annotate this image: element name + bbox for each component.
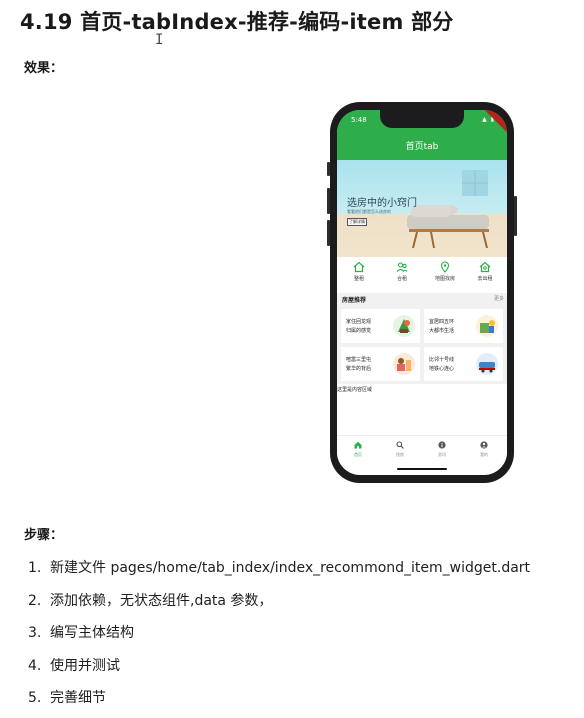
home-indicator <box>397 468 447 470</box>
recommend-item-subtitle: 归属的感觉 <box>346 328 372 334</box>
step-number: 5. <box>28 690 42 706</box>
app-bar-title: 首页tab <box>405 142 439 152</box>
recommend-item-image <box>476 353 498 375</box>
nav-item-label: 去出租 <box>477 276 493 282</box>
people-icon <box>396 262 408 272</box>
search-icon <box>396 441 404 449</box>
phone-power-button <box>514 196 517 236</box>
bottom-tab-bar: 首页 找房 资讯 我的 <box>337 435 507 465</box>
nav-item-map-search[interactable]: 地图找房 <box>427 261 463 282</box>
step-text: 使用并测试 <box>50 657 120 674</box>
step-item: 5. 完善细节 <box>28 688 530 718</box>
phone-mute-button <box>327 162 330 176</box>
phone-mockup: 5:48 ▲ ▮ 首页tab 选房中的小窍门 看看他们都是怎么选房的 了解详情 <box>327 102 517 483</box>
tab-home[interactable]: 首页 <box>337 441 379 458</box>
tab-label: 找房 <box>396 452 404 457</box>
recommend-item-title: 喧嚣三里屯 <box>346 357 372 363</box>
step-number: 3. <box>28 625 42 641</box>
nav-item-label: 地图找房 <box>434 276 455 282</box>
map-icon <box>440 261 450 273</box>
banner-title: 选房中的小窍门 <box>347 198 417 209</box>
tab-news[interactable]: 资讯 <box>421 441 463 458</box>
nav-item-label: 合租 <box>396 276 407 282</box>
step-item: 3. 编写主体结构 <box>28 623 530 656</box>
recommend-item-subtitle: 地铁心连心 <box>429 366 455 372</box>
phone-screen: 5:48 ▲ ▮ 首页tab 选房中的小窍门 看看他们都是怎么选房的 了解详情 <box>337 110 507 475</box>
swiper-pagination <box>415 249 436 257</box>
recommend-item-title: 宜居四五环 <box>429 319 455 325</box>
nav-item-shared-rent[interactable]: 合租 <box>384 261 420 282</box>
recommend-item[interactable]: 宜居四五环 大都市生活 <box>424 309 503 343</box>
phone-volume-down-button <box>327 220 330 246</box>
recommend-item-image <box>393 315 415 337</box>
nav-item-whole-rent[interactable]: 整租 <box>341 261 377 282</box>
recommend-grid: 家住回龙观 归属的感觉 宜居四五环 大都市生活 喧嚣三里屯 繁华的背后 比邻十号… <box>337 304 507 384</box>
account-icon <box>480 441 488 449</box>
phone-notch <box>380 110 464 128</box>
steps-list: 1. 新建文件 pages/home/tab_index/index_recomm… <box>28 558 530 718</box>
tab-profile[interactable]: 我的 <box>463 441 505 458</box>
recommend-item-image <box>393 353 415 375</box>
nav-item-label: 整租 <box>353 276 364 282</box>
banner-swiper[interactable]: 选房中的小窍门 看看他们都是怎么选房的 了解详情 <box>337 160 507 257</box>
banner-subtitle: 看看他们都是怎么选房的 <box>347 209 391 214</box>
nav-item-rent-out[interactable]: 去出租 <box>467 261 503 282</box>
info-icon <box>438 441 446 449</box>
phone-volume-up-button <box>327 188 330 214</box>
tab-label: 我的 <box>480 452 488 457</box>
text-cursor-icon: I <box>155 32 164 48</box>
recommend-item-subtitle: 繁华的背后 <box>346 366 372 372</box>
step-item: 2. 添加依赖，无状态组件,data 参数， <box>28 591 530 624</box>
house-key-icon <box>479 261 491 273</box>
recommend-item[interactable]: 比邻十号线 地铁心连心 <box>424 347 503 381</box>
steps-label: 步骤： <box>24 528 64 543</box>
index-navigator: 整租 合租 地图找房 去出租 <box>337 257 507 291</box>
step-number: 1. <box>28 560 42 576</box>
step-number: 2. <box>28 592 42 609</box>
recommend-item-subtitle: 大都市生活 <box>429 328 455 334</box>
step-item: 4. 使用并测试 <box>28 656 530 689</box>
recommend-item-title: 家住回龙观 <box>346 319 372 325</box>
step-number: 4. <box>28 657 42 674</box>
step-text: 完善细节 <box>50 690 106 706</box>
step-text: 新建文件 pages/home/tab_index/index_recommon… <box>50 560 531 576</box>
recommend-item-image <box>476 315 498 337</box>
recommend-item[interactable]: 喧嚣三里屯 繁华的背后 <box>341 347 420 381</box>
tab-label: 首页 <box>354 452 362 457</box>
recommend-item[interactable]: 家住回龙观 归属的感觉 <box>341 309 420 343</box>
status-time: 5:48 <box>351 116 367 124</box>
banner-detail-button[interactable]: 了解详情 <box>347 218 367 226</box>
recommend-item-title: 比邻十号线 <box>429 357 455 363</box>
home-tab-icon <box>354 441 362 449</box>
recommend-title: 房屋推荐 <box>342 297 367 304</box>
recommend-header: 房屋推荐 更多 <box>337 293 507 304</box>
tab-label: 资讯 <box>438 452 446 457</box>
content-area-text: 这里是内容区域 <box>337 387 373 393</box>
step-item: 1. 新建文件 pages/home/tab_index/index_recomm… <box>28 558 530 591</box>
step-text: 编写主体结构 <box>50 625 134 641</box>
step-text: 添加依赖，无状态组件,data 参数， <box>50 592 273 609</box>
tab-search[interactable]: 找房 <box>379 441 421 458</box>
home-icon <box>353 261 365 273</box>
page-title: 4.19 首页-tabIndex-推荐-编码-item 部分 <box>20 10 454 34</box>
recommend-more-link[interactable]: 更多 <box>494 295 504 302</box>
effect-label: 效果： <box>24 61 64 76</box>
